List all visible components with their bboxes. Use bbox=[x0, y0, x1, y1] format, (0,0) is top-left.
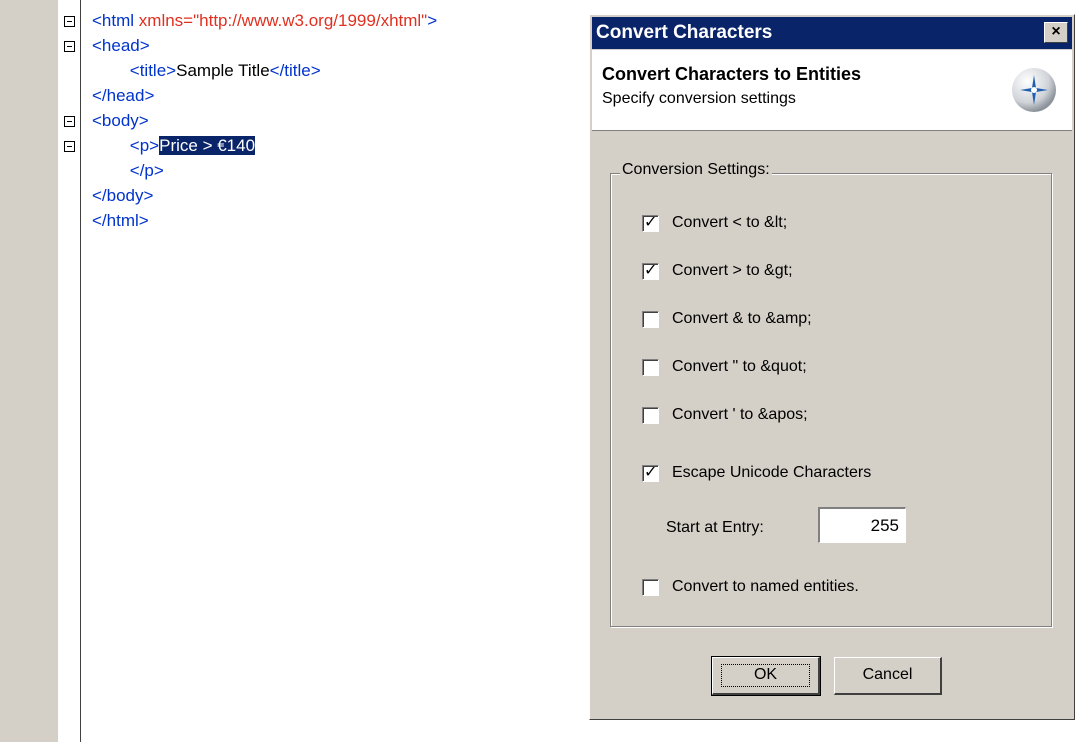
start-at-entry-label: Start at Entry: bbox=[666, 519, 764, 536]
dialog-header: Convert Characters to Entities Specify c… bbox=[592, 50, 1072, 131]
code-token: </head> bbox=[92, 86, 155, 105]
line-number-gutter bbox=[0, 0, 59, 742]
cancel-label: Cancel bbox=[862, 666, 913, 683]
close-icon: × bbox=[1051, 23, 1061, 40]
checkbox-checked-icon[interactable]: ✓ bbox=[642, 260, 659, 280]
code-line[interactable]: </body> bbox=[92, 185, 153, 207]
code-line[interactable]: <body> bbox=[92, 110, 149, 132]
convert-characters-dialog: Convert Characters × Convert Characters … bbox=[589, 14, 1075, 720]
conversion-settings-label: Conversion Settings: bbox=[620, 161, 772, 179]
dialog-titlebar[interactable]: Convert Characters × bbox=[592, 17, 1072, 49]
code-line[interactable]: </head> bbox=[92, 85, 154, 107]
conversion-settings-group bbox=[610, 173, 1052, 627]
code-token: <title> bbox=[92, 61, 177, 80]
option-label: Convert " to &quot; bbox=[672, 358, 807, 375]
code-token: <html bbox=[92, 11, 139, 30]
code-line[interactable]: </p> bbox=[92, 160, 164, 182]
ok-button[interactable]: OK bbox=[711, 656, 821, 696]
option-label: Convert to named entities. bbox=[672, 578, 859, 595]
checkbox-unchecked-icon[interactable] bbox=[642, 311, 659, 328]
checkmark-icon: ✓ bbox=[644, 212, 658, 231]
dialog-title: Convert Characters bbox=[596, 22, 773, 43]
fold-column bbox=[58, 0, 81, 742]
code-token: </body> bbox=[92, 186, 154, 205]
checkbox-checked-icon[interactable]: ✓ bbox=[642, 212, 659, 232]
focus-rect bbox=[721, 664, 810, 687]
code-line[interactable]: <title>Sample Title</title> bbox=[92, 60, 321, 82]
code-line[interactable]: <p>Price > €140 bbox=[92, 135, 256, 157]
header-subtitle: Specify conversion settings bbox=[602, 90, 796, 107]
option-label: Convert < to &lt; bbox=[672, 214, 788, 231]
checkmark-icon: ✓ bbox=[644, 462, 658, 481]
cancel-button[interactable]: Cancel bbox=[834, 657, 942, 695]
code-line[interactable]: <html xmlns="http://www.w3.org/1999/xhtm… bbox=[92, 10, 437, 32]
convert-wizard-icon bbox=[1012, 68, 1056, 112]
option-label: Convert > to &gt; bbox=[672, 262, 793, 279]
option-label: Convert ' to &apos; bbox=[672, 406, 808, 423]
checkbox-checked-icon[interactable]: ✓ bbox=[642, 462, 659, 482]
close-button[interactable]: × bbox=[1044, 22, 1068, 43]
code-line[interactable]: <head> bbox=[92, 35, 150, 57]
code-token: <p> bbox=[92, 136, 160, 155]
option-label: Convert & to &amp; bbox=[672, 310, 812, 327]
fold-toggle-icon[interactable] bbox=[64, 41, 75, 52]
code-token: <head> bbox=[92, 36, 150, 55]
code-token: <body> bbox=[92, 111, 149, 130]
code-token: > bbox=[427, 11, 438, 30]
checkbox-unchecked-icon[interactable] bbox=[642, 359, 659, 376]
code-token: </title> bbox=[269, 61, 321, 80]
start-at-entry-input[interactable]: 255 bbox=[818, 507, 906, 543]
code-token: Sample Title bbox=[176, 61, 270, 80]
checkbox-unchecked-icon[interactable] bbox=[642, 407, 659, 424]
checkmark-icon: ✓ bbox=[644, 260, 658, 279]
checkbox-unchecked-icon[interactable] bbox=[642, 579, 659, 596]
code-token: </p> bbox=[92, 161, 164, 180]
option-label: Escape Unicode Characters bbox=[672, 464, 872, 481]
fold-toggle-icon[interactable] bbox=[64, 16, 75, 27]
fold-toggle-icon[interactable] bbox=[64, 141, 75, 152]
code-line[interactable]: </html> bbox=[92, 210, 149, 232]
fold-toggle-icon[interactable] bbox=[64, 116, 75, 127]
selected-text: Price > €140 bbox=[159, 136, 256, 155]
code-token: </html> bbox=[92, 211, 149, 230]
code-token: xmlns="http://www.w3.org/1999/xhtml" bbox=[138, 11, 428, 30]
header-title: Convert Characters to Entities bbox=[602, 64, 862, 84]
